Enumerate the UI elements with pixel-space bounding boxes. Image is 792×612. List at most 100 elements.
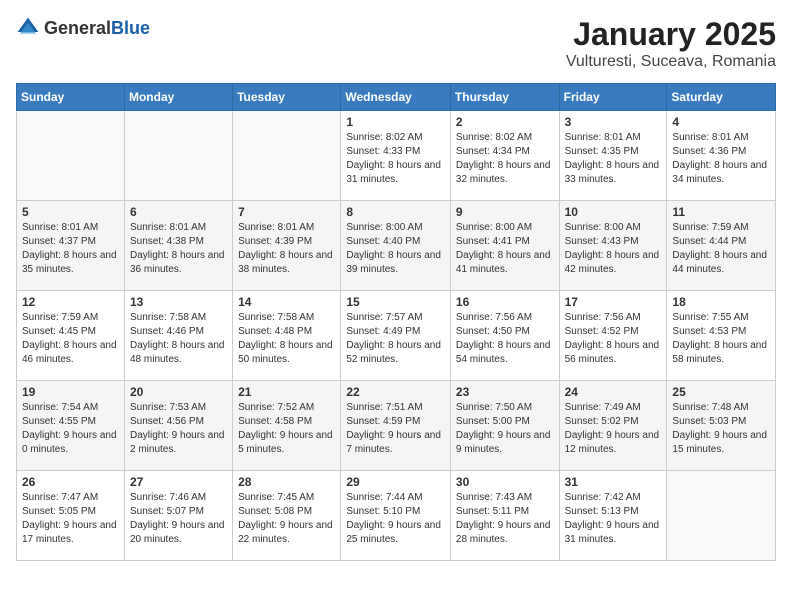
day-detail: Sunset: 4:53 PM (672, 325, 770, 339)
weekday-header-row: SundayMondayTuesdayWednesdayThursdayFrid… (17, 84, 776, 111)
day-detail: Sunrise: 7:54 AM (22, 401, 119, 415)
day-detail: Sunrise: 8:01 AM (238, 221, 335, 235)
day-number: 12 (22, 295, 119, 309)
day-number: 27 (130, 475, 227, 489)
day-number: 3 (565, 115, 662, 129)
day-number: 18 (672, 295, 770, 309)
day-number: 11 (672, 205, 770, 219)
calendar-cell: 1Sunrise: 8:02 AMSunset: 4:33 PMDaylight… (341, 111, 451, 201)
weekday-header-saturday: Saturday (667, 84, 776, 111)
day-detail: Sunrise: 7:58 AM (130, 311, 227, 325)
day-detail: Sunset: 4:37 PM (22, 235, 119, 249)
day-detail: Sunset: 4:49 PM (346, 325, 445, 339)
page-header: GeneralBlue January 2025 Vulturesti, Suc… (16, 16, 776, 71)
day-detail: Sunset: 5:07 PM (130, 505, 227, 519)
calendar-cell: 16Sunrise: 7:56 AMSunset: 4:50 PMDayligh… (450, 291, 559, 381)
day-detail: Sunrise: 7:44 AM (346, 491, 445, 505)
calendar-cell: 10Sunrise: 8:00 AMSunset: 4:43 PMDayligh… (559, 201, 667, 291)
calendar-cell: 21Sunrise: 7:52 AMSunset: 4:58 PMDayligh… (233, 381, 341, 471)
day-detail: Sunset: 5:05 PM (22, 505, 119, 519)
day-detail: Sunrise: 7:56 AM (456, 311, 554, 325)
day-detail: Daylight: 9 hours and 12 minutes. (565, 429, 662, 457)
day-detail: Sunset: 5:08 PM (238, 505, 335, 519)
day-detail: Daylight: 8 hours and 35 minutes. (22, 249, 119, 277)
day-detail: Sunset: 5:10 PM (346, 505, 445, 519)
calendar-week-3: 12Sunrise: 7:59 AMSunset: 4:45 PMDayligh… (17, 291, 776, 381)
day-detail: Sunrise: 7:55 AM (672, 311, 770, 325)
day-number: 25 (672, 385, 770, 399)
weekday-header-monday: Monday (124, 84, 232, 111)
day-detail: Sunset: 4:52 PM (565, 325, 662, 339)
day-detail: Sunrise: 7:59 AM (22, 311, 119, 325)
day-detail: Sunrise: 7:51 AM (346, 401, 445, 415)
calendar-cell: 30Sunrise: 7:43 AMSunset: 5:11 PMDayligh… (450, 471, 559, 561)
day-detail: Sunset: 4:38 PM (130, 235, 227, 249)
day-detail: Daylight: 8 hours and 54 minutes. (456, 339, 554, 367)
logo-icon (16, 16, 40, 40)
day-detail: Sunset: 4:41 PM (456, 235, 554, 249)
day-detail: Sunrise: 7:52 AM (238, 401, 335, 415)
day-detail: Sunset: 4:44 PM (672, 235, 770, 249)
day-detail: Sunrise: 7:56 AM (565, 311, 662, 325)
calendar-cell: 7Sunrise: 8:01 AMSunset: 4:39 PMDaylight… (233, 201, 341, 291)
day-detail: Daylight: 9 hours and 2 minutes. (130, 429, 227, 457)
calendar-cell (233, 111, 341, 201)
calendar-cell: 6Sunrise: 8:01 AMSunset: 4:38 PMDaylight… (124, 201, 232, 291)
day-detail: Sunrise: 7:48 AM (672, 401, 770, 415)
day-detail: Sunrise: 8:02 AM (346, 131, 445, 145)
calendar-cell: 17Sunrise: 7:56 AMSunset: 4:52 PMDayligh… (559, 291, 667, 381)
day-detail: Daylight: 9 hours and 7 minutes. (346, 429, 445, 457)
day-number: 13 (130, 295, 227, 309)
day-number: 1 (346, 115, 445, 129)
calendar-cell: 23Sunrise: 7:50 AMSunset: 5:00 PMDayligh… (450, 381, 559, 471)
day-detail: Sunset: 5:00 PM (456, 415, 554, 429)
day-detail: Sunset: 4:59 PM (346, 415, 445, 429)
calendar-cell: 2Sunrise: 8:02 AMSunset: 4:34 PMDaylight… (450, 111, 559, 201)
day-detail: Sunrise: 7:59 AM (672, 221, 770, 235)
day-detail: Daylight: 8 hours and 34 minutes. (672, 159, 770, 187)
day-number: 2 (456, 115, 554, 129)
day-number: 15 (346, 295, 445, 309)
day-detail: Daylight: 8 hours and 33 minutes. (565, 159, 662, 187)
day-detail: Sunrise: 7:58 AM (238, 311, 335, 325)
day-detail: Sunset: 4:48 PM (238, 325, 335, 339)
day-detail: Sunset: 4:40 PM (346, 235, 445, 249)
calendar-cell: 9Sunrise: 8:00 AMSunset: 4:41 PMDaylight… (450, 201, 559, 291)
calendar-cell: 11 Sunrise: 7:59 AMSunset: 4:44 PMDayligh… (667, 201, 776, 291)
calendar-week-4: 19Sunrise: 7:54 AMSunset: 4:55 PMDayligh… (17, 381, 776, 471)
day-detail: Daylight: 8 hours and 41 minutes. (456, 249, 554, 277)
day-number: 24 (565, 385, 662, 399)
calendar-cell: 22Sunrise: 7:51 AMSunset: 4:59 PMDayligh… (341, 381, 451, 471)
title-area: January 2025 Vulturesti, Suceava, Romani… (566, 16, 776, 71)
day-detail: Sunset: 4:36 PM (672, 145, 770, 159)
calendar-cell: 29 Sunrise: 7:44 AMSunset: 5:10 PMDayligh… (341, 471, 451, 561)
day-detail: Daylight: 8 hours and 32 minutes. (456, 159, 554, 187)
calendar-cell: 4Sunrise: 8:01 AMSunset: 4:36 PMDaylight… (667, 111, 776, 201)
calendar-cell (17, 111, 125, 201)
day-detail: Daylight: 8 hours and 38 minutes. (238, 249, 335, 277)
calendar-week-5: 26Sunrise: 7:47 AMSunset: 5:05 PMDayligh… (17, 471, 776, 561)
calendar-week-1: 1 Sunrise: 8:02 AMSunset: 4:33 PM Daylight… (17, 111, 776, 201)
day-detail: Daylight: 8 hours and 44 minutes. (672, 249, 770, 277)
day-detail: Sunset: 4:33 PM (346, 145, 445, 159)
day-number: 29 (346, 475, 445, 489)
day-detail: Daylight: 9 hours and 28 minutes. (456, 519, 554, 547)
day-detail: Sunrise: 7:53 AM (130, 401, 227, 415)
day-detail: Sunset: 5:03 PM (672, 415, 770, 429)
logo: GeneralBlue (16, 16, 150, 40)
day-detail: Daylight: 9 hours and 9 minutes. (456, 429, 554, 457)
calendar-week-2: 5Sunrise: 8:01 AMSunset: 4:37 PMDaylight… (17, 201, 776, 291)
day-detail: Sunset: 4:35 PM (565, 145, 662, 159)
calendar-cell: 12Sunrise: 7:59 AMSunset: 4:45 PMDayligh… (17, 291, 125, 381)
day-number: 19 (22, 385, 119, 399)
day-number: 26 (22, 475, 119, 489)
weekday-header-tuesday: Tuesday (233, 84, 341, 111)
calendar-cell (667, 471, 776, 561)
day-number: 5 (22, 205, 119, 219)
day-detail: Daylight: 9 hours and 25 minutes. (346, 519, 445, 547)
day-detail: Sunset: 4:39 PM (238, 235, 335, 249)
calendar-cell: 13Sunrise: 7:58 AMSunset: 4:46 PMDayligh… (124, 291, 232, 381)
day-detail: Daylight: 8 hours and 58 minutes. (672, 339, 770, 367)
day-detail: Sunrise: 7:46 AM (130, 491, 227, 505)
day-detail: Sunrise: 8:01 AM (22, 221, 119, 235)
